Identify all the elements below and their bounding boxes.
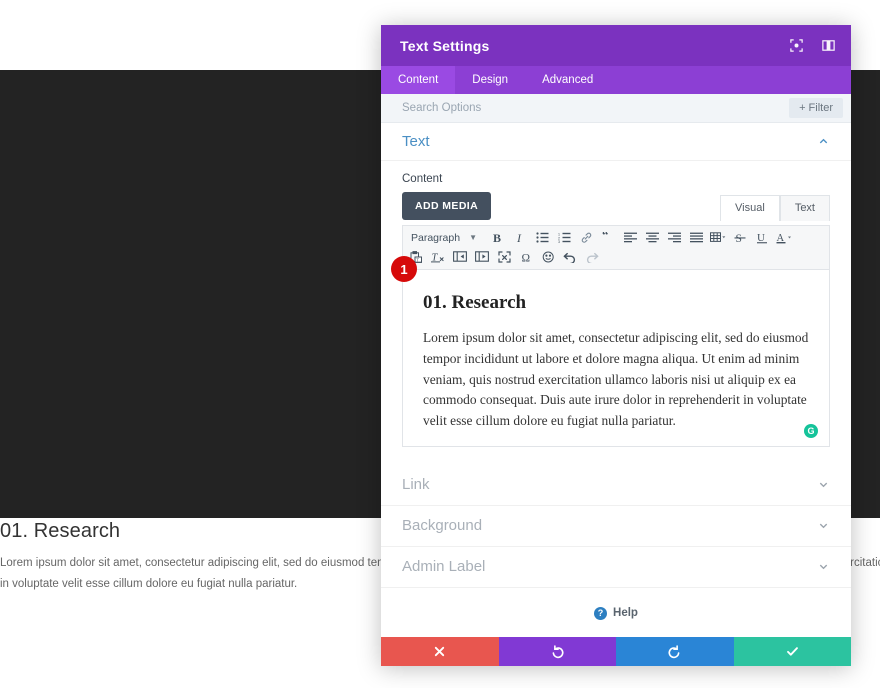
section-header-background[interactable]: Background	[381, 506, 851, 547]
wysiwyg-editor: Paragraph ▼ B I 1 2 3 “ U A T T Ω 1 01. …	[391, 225, 830, 447]
modal-footer	[381, 637, 851, 666]
tab-design[interactable]: Design	[455, 66, 525, 94]
modal-body: Text Content ADD MEDIA Visual Text Parag…	[381, 123, 851, 637]
table-icon[interactable]	[709, 228, 727, 247]
outdent-icon[interactable]	[451, 247, 469, 266]
add-media-button[interactable]: ADD MEDIA	[402, 192, 492, 220]
align-justify-icon[interactable]	[687, 228, 705, 247]
tab-visual[interactable]: Visual	[720, 195, 780, 221]
bold-icon[interactable]: B	[489, 228, 507, 247]
format-select[interactable]: Paragraph ▼	[407, 232, 481, 244]
chevron-down-icon	[816, 478, 830, 492]
tab-advanced[interactable]: Advanced	[525, 66, 610, 94]
editor-heading: 01. Research	[423, 292, 527, 313]
fullscreen-icon[interactable]	[495, 247, 513, 266]
editor-paragraph: Lorem ipsum dolor sit amet, consectetur …	[423, 330, 809, 429]
editor-toolbar-top: ADD MEDIA Visual Text	[402, 192, 830, 221]
special-character-icon[interactable]: Ω	[517, 247, 535, 266]
step-badge-1: 1	[391, 256, 417, 282]
section-header-link[interactable]: Link	[381, 465, 851, 506]
section-title-text: Text	[402, 133, 430, 150]
section-header-text[interactable]: Text	[381, 123, 851, 161]
section-title-link: Link	[402, 476, 430, 494]
grammarly-icon[interactable]: G	[804, 423, 818, 438]
emoji-icon[interactable]	[539, 247, 557, 266]
save-button[interactable]	[733, 637, 851, 666]
align-right-icon[interactable]	[665, 228, 683, 247]
clear-formatting-icon[interactable]: T	[429, 247, 447, 266]
modal-header: Text Settings	[381, 25, 851, 66]
filter-button[interactable]: + Filter	[789, 98, 843, 118]
svg-text:Ω: Ω	[521, 252, 530, 263]
focus-icon[interactable]	[787, 37, 805, 55]
section-title-background: Background	[402, 517, 483, 535]
blockquote-icon[interactable]: “	[599, 228, 617, 247]
cancel-button[interactable]	[381, 637, 499, 666]
modal-tab-bar: Content Design Advanced	[381, 66, 851, 94]
undo-icon[interactable]	[561, 247, 579, 266]
link-icon[interactable]	[577, 228, 595, 247]
svg-text:“: “	[602, 232, 609, 242]
strikethrough-icon[interactable]: S	[731, 228, 749, 247]
section-header-admin-label[interactable]: Admin Label	[381, 547, 851, 588]
chevron-down-icon: ▼	[469, 233, 477, 242]
chevron-down-icon	[816, 560, 830, 574]
panel-layout-icon[interactable]	[819, 37, 837, 55]
tab-text[interactable]: Text	[779, 195, 830, 221]
italic-icon[interactable]: I	[511, 228, 529, 247]
help-link[interactable]: ? Help	[381, 588, 851, 620]
help-label: Help	[613, 607, 638, 620]
svg-text:B: B	[493, 231, 501, 244]
tab-content[interactable]: Content	[381, 66, 456, 94]
chevron-up-icon	[816, 135, 830, 149]
redo-icon[interactable]	[583, 247, 601, 266]
modal-title: Text Settings	[400, 37, 490, 54]
svg-text:T: T	[416, 257, 419, 262]
text-color-icon[interactable]: A	[775, 228, 793, 247]
svg-text:I: I	[516, 231, 522, 244]
modal-header-actions	[787, 37, 837, 55]
indent-icon[interactable]	[473, 247, 491, 266]
help-icon: ?	[594, 606, 608, 620]
chevron-down-icon	[816, 519, 830, 533]
bullet-list-icon[interactable]	[533, 228, 551, 247]
section-body-text: Content ADD MEDIA Visual Text Paragraph …	[381, 161, 851, 465]
svg-text:U: U	[757, 232, 765, 244]
section-title-admin-label: Admin Label	[402, 558, 486, 576]
text-settings-modal: Text Settings Content Design Advanced + …	[381, 25, 851, 666]
numbered-list-icon[interactable]: 1 2 3	[555, 228, 573, 247]
editor-content-area[interactable]: 1 01. Research Lorem ipsum dolor sit ame…	[391, 256, 829, 446]
underline-icon[interactable]: U	[753, 228, 771, 247]
editor-toolbar: Paragraph ▼ B I 1 2 3 “ U A T T Ω	[403, 226, 829, 270]
search-options-bar: + Filter	[381, 94, 851, 123]
align-center-icon[interactable]	[643, 228, 661, 247]
undo-button[interactable]	[498, 637, 616, 666]
redo-button[interactable]	[616, 637, 734, 666]
svg-text:3: 3	[558, 240, 560, 243]
align-left-icon[interactable]	[621, 228, 639, 247]
search-input[interactable]	[402, 102, 790, 114]
format-select-value: Paragraph	[411, 231, 461, 244]
editor-toolbar-row-2: T T Ω	[407, 247, 825, 266]
content-field-label: Content	[402, 173, 443, 185]
editor-mode-tabs: Visual Text	[720, 194, 830, 221]
editor-toolbar-row-1: Paragraph ▼ B I 1 2 3 “ U A	[407, 228, 825, 247]
